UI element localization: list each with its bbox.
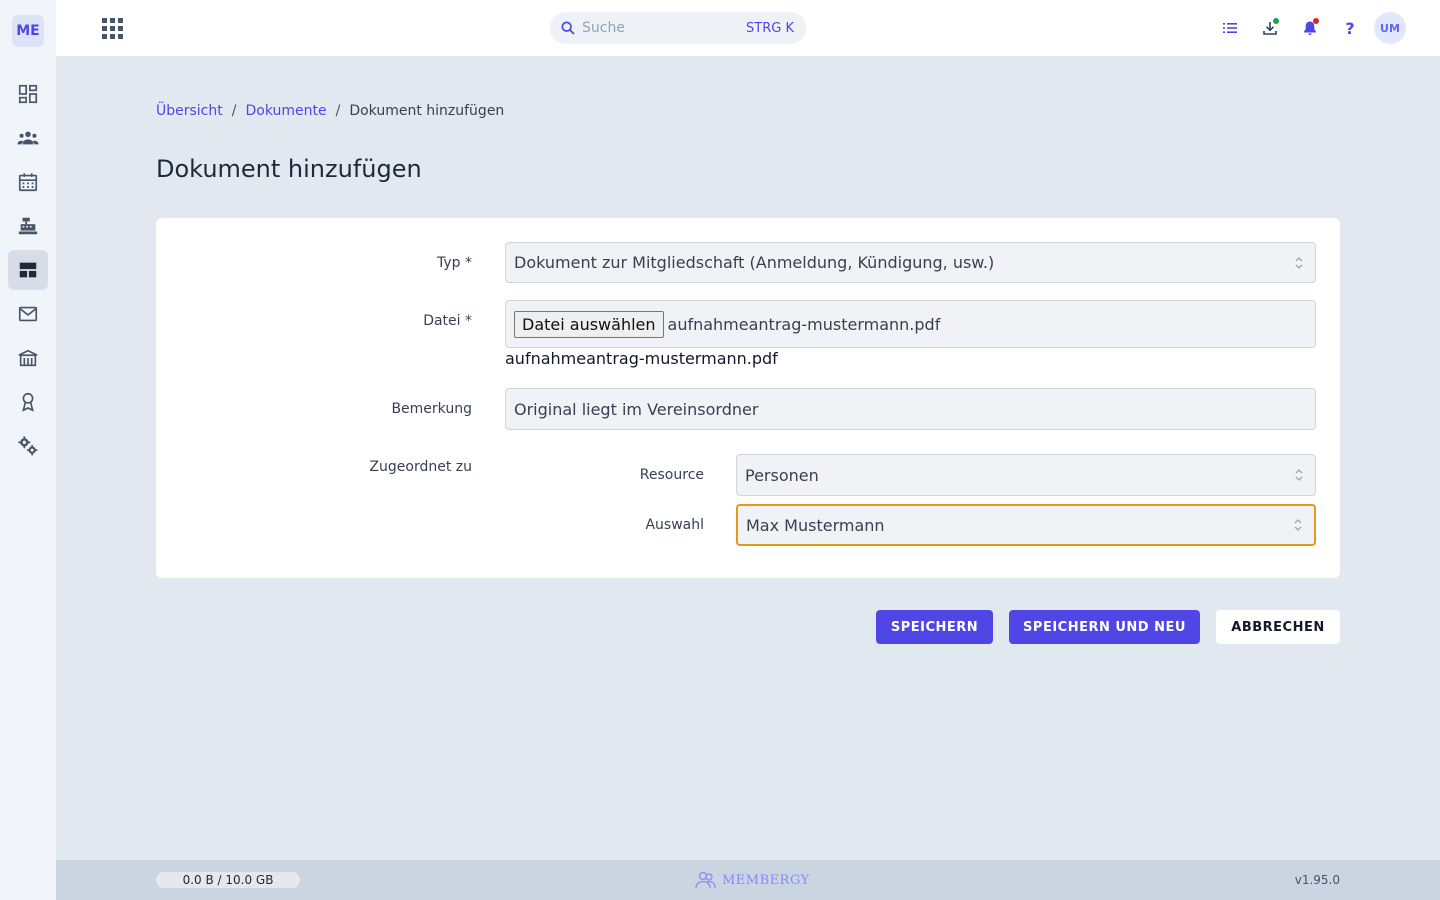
cash-register-icon — [18, 217, 38, 235]
selection-label: Auswahl — [645, 517, 704, 533]
file-label: Datei * — [423, 313, 472, 329]
breadcrumb-link-documents[interactable]: Dokumente — [245, 103, 326, 119]
save-and-new-button[interactable]: SPEICHERN UND NEU — [1009, 610, 1200, 644]
downloads-button[interactable] — [1254, 12, 1286, 44]
resource-select-value: Personen — [745, 465, 819, 485]
assigned-label: Zugeordnet zu — [369, 459, 472, 475]
breadcrumb-separator: / — [335, 103, 341, 119]
save-button[interactable]: SPEICHERN — [876, 610, 993, 644]
select-arrows-icon — [1295, 256, 1303, 269]
breadcrumb-separator: / — [231, 103, 237, 119]
settings-icon — [18, 436, 38, 456]
notifications-button[interactable] — [1294, 12, 1326, 44]
award-icon — [22, 392, 34, 412]
resource-label: Resource — [639, 467, 704, 483]
select-arrows-icon — [1295, 469, 1303, 481]
sidebar-item-settings[interactable] — [8, 426, 48, 466]
remark-value: Original liegt im Vereinsordner — [514, 399, 759, 419]
documents-icon — [19, 262, 37, 278]
task-list-button[interactable] — [1214, 12, 1246, 44]
sidebar-item-dashboard[interactable] — [8, 74, 48, 114]
dashboard-icon — [18, 84, 38, 104]
sidebar-item-facility[interactable] — [8, 338, 48, 378]
select-arrows-icon — [1294, 519, 1302, 531]
remark-input[interactable]: Original liegt im Vereinsordner — [505, 388, 1316, 430]
cancel-button[interactable]: ABBRECHEN — [1216, 610, 1340, 644]
breadcrumb-current: Dokument hinzufügen — [349, 103, 505, 119]
user-avatar[interactable]: UM — [1374, 12, 1406, 44]
app-version: v1.95.0 — [1294, 873, 1340, 887]
search-input[interactable]: Suche STRG K — [550, 12, 806, 44]
type-label: Typ * — [437, 255, 472, 271]
sidebar-item-calendar[interactable] — [8, 162, 48, 202]
selection-select-value: Max Mustermann — [746, 515, 885, 535]
app-launcher-icon[interactable] — [100, 16, 124, 40]
resource-select[interactable]: Personen — [736, 454, 1316, 496]
sidebar-nav — [8, 74, 48, 470]
download-status-dot — [1273, 18, 1279, 24]
page-title: Dokument hinzufügen — [156, 155, 422, 183]
type-select-value: Dokument zur Mitgliedschaft (Anmeldung, … — [514, 253, 995, 272]
top-actions: ? UM — [1206, 12, 1406, 44]
choose-file-button[interactable]: Datei auswählen — [514, 310, 664, 338]
sidebar-item-awards[interactable] — [8, 382, 48, 422]
search-placeholder: Suche — [582, 20, 625, 36]
document-form: Typ * Dokument zur Mitgliedschaft (Anmel… — [156, 218, 1340, 578]
mail-icon — [18, 306, 38, 322]
sidebar: ME — [0, 0, 56, 900]
selection-select[interactable]: Max Mustermann — [736, 504, 1316, 546]
file-caption: aufnahmeantrag-mustermann.pdf — [505, 349, 778, 368]
sidebar-item-mail[interactable] — [8, 294, 48, 334]
type-select[interactable]: Dokument zur Mitgliedschaft (Anmeldung, … — [505, 242, 1316, 283]
breadcrumb: Übersicht / Dokumente / Dokument hinzufü… — [156, 103, 504, 119]
sidebar-item-members[interactable] — [8, 118, 48, 158]
help-button[interactable]: ? — [1334, 12, 1366, 44]
top-bar: Suche STRG K ? UM — [56, 0, 1440, 56]
brand-logo: MEMBERGY — [694, 870, 810, 890]
sidebar-item-documents[interactable] — [8, 250, 48, 290]
search-icon — [561, 21, 575, 35]
selected-file-name: aufnahmeantrag-mustermann.pdf — [667, 314, 941, 334]
app-logo[interactable]: ME — [12, 15, 44, 47]
brand-name: MEMBERGY — [722, 872, 810, 888]
list-icon — [1223, 23, 1237, 33]
footer: 0.0 B / 10.0 GB MEMBERGY v1.95.0 — [56, 860, 1440, 900]
file-input[interactable]: Datei auswählen aufnahmeantrag-musterman… — [505, 300, 1316, 348]
search-shortcut: STRG K — [746, 20, 794, 36]
breadcrumb-link-overview[interactable]: Übersicht — [156, 103, 223, 119]
remark-label: Bemerkung — [391, 401, 472, 417]
facility-icon — [18, 349, 38, 367]
sidebar-item-cash-register[interactable] — [8, 206, 48, 246]
members-icon — [17, 131, 39, 145]
notification-status-dot — [1313, 18, 1319, 24]
calendar-icon — [18, 173, 38, 192]
storage-usage: 0.0 B / 10.0 GB — [156, 872, 300, 888]
membergy-logo-icon — [695, 871, 716, 889]
